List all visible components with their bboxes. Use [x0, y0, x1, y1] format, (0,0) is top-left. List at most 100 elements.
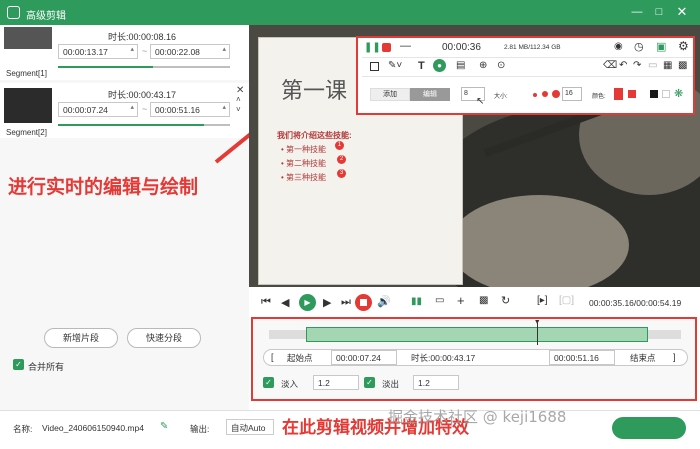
- segment-start-input[interactable]: 00:00:13.17 ▴: [58, 44, 138, 59]
- segment-panel: Segment[1] 时长:00:00:08.16 00:00:13.17 ▴ ~…: [0, 25, 249, 449]
- merge-all-checkbox[interactable]: ✓: [13, 359, 24, 370]
- eraser-icon[interactable]: ⌫: [603, 60, 617, 71]
- record-stop-button[interactable]: [355, 294, 372, 311]
- name-label: 名称:: [13, 424, 33, 434]
- clock-icon[interactable]: ◷: [634, 40, 644, 53]
- refresh-icon[interactable]: ↻: [501, 294, 510, 307]
- size-small-dot[interactable]: [533, 93, 537, 97]
- minimize-toolbar-icon[interactable]: —: [400, 40, 411, 52]
- image-tool-icon[interactable]: ▤: [456, 60, 465, 71]
- play-button[interactable]: ▶: [299, 294, 316, 311]
- tab-edit[interactable]: 编辑: [410, 88, 450, 101]
- size-large-dot[interactable]: [552, 90, 560, 98]
- duration-display: 时长:00:00:43.17: [411, 353, 476, 363]
- segment-end-input[interactable]: 00:00:51.16 ▴: [150, 102, 230, 117]
- color-swatch[interactable]: [650, 90, 658, 98]
- step-forward-icon[interactable]: ▶: [323, 296, 331, 309]
- start-bracket-icon: [: [271, 352, 274, 362]
- timeline-track[interactable]: ▼: [269, 319, 681, 345]
- rectangle-tool-icon[interactable]: [370, 62, 379, 71]
- fade-out-checkbox[interactable]: ✓: [364, 377, 375, 388]
- playhead[interactable]: [536, 323, 538, 345]
- clear-icon[interactable]: ▦: [663, 60, 672, 71]
- output-select[interactable]: 自动Auto: [226, 419, 274, 435]
- fade-in-input[interactable]: 1.2: [313, 375, 359, 390]
- marker-badge: 3: [337, 169, 346, 178]
- whiteboard-icon[interactable]: ▩: [678, 60, 687, 71]
- text-tool-icon[interactable]: T: [418, 60, 425, 72]
- filename: Video_240606150940.mp4: [42, 423, 144, 433]
- minimize-icon[interactable]: —: [630, 5, 644, 19]
- segment-name: Segment[1]: [6, 69, 47, 78]
- segment-item[interactable]: Segment[1] 时长:00:00:08.16 00:00:13.17 ▴ ~…: [0, 25, 249, 80]
- font-size-input[interactable]: 16: [562, 87, 582, 101]
- segment-name: Segment[2]: [6, 128, 47, 137]
- watermark: 掘金技术社区 @ keji1688: [388, 408, 567, 426]
- segment-duration: 时长:00:00:43.17: [108, 90, 177, 100]
- color-label: 颜色:: [592, 94, 606, 100]
- segment-start-input[interactable]: 00:00:07.24 ▴: [58, 102, 138, 117]
- app-logo-icon: [7, 6, 20, 19]
- mouse-cursor-icon: ↖: [476, 96, 485, 107]
- pen-tool-icon[interactable]: ✎˅: [388, 60, 402, 71]
- start-point-button[interactable]: 起始点: [287, 352, 313, 364]
- crop-icon[interactable]: [▸]: [537, 295, 548, 306]
- add-icon[interactable]: +: [457, 293, 465, 308]
- segment-progress: [58, 124, 230, 126]
- gear-icon[interactable]: ⚙: [678, 39, 689, 53]
- maximize-icon[interactable]: □: [652, 5, 666, 19]
- output-label: 输出:: [190, 424, 210, 434]
- fade-in-checkbox[interactable]: ✓: [263, 377, 274, 388]
- highlight-tool-icon[interactable]: ●: [433, 59, 446, 72]
- color-swatch[interactable]: [662, 90, 670, 98]
- toolbox-icon[interactable]: ▣: [656, 40, 666, 53]
- start-time-input[interactable]: 00:00:07.24: [331, 350, 397, 365]
- copy-icon[interactable]: ▩: [479, 295, 488, 306]
- playback-controls: ⏮ ◀ ▶ ▶ ⏭ 🔊 ▮▮ ▭ + ▩ ↻ [▸] [▢] 00:00:35.…: [249, 290, 700, 316]
- stop-icon[interactable]: [382, 43, 391, 52]
- slide-intro: 我们将介绍这些技能:: [277, 131, 352, 140]
- segment-progress: [58, 66, 230, 68]
- fade-out-label: 淡出: [382, 379, 400, 389]
- end-time-input[interactable]: 00:00:51.16: [549, 350, 615, 365]
- skip-end-icon[interactable]: ⏭: [341, 296, 351, 309]
- tab-add[interactable]: 添加: [370, 88, 410, 101]
- color-swatch-selected[interactable]: [614, 88, 623, 100]
- timeline-selection[interactable]: [306, 327, 649, 342]
- drawing-toolbar: ❚❚ — 00:00:36 2.81 MB/112.34 GB ◉ ◷ ▣ ⚙ …: [356, 36, 695, 115]
- camera-icon[interactable]: ◉: [614, 41, 623, 52]
- title-bar: 高级剪辑 — □ ✕: [0, 0, 700, 25]
- fade-out-input[interactable]: 1.2: [413, 375, 459, 390]
- step-back-icon[interactable]: ◀: [281, 296, 289, 309]
- rename-icon[interactable]: ✎: [160, 421, 168, 432]
- volume-icon[interactable]: 🔊: [377, 295, 391, 308]
- segment-thumbnail: [4, 27, 52, 49]
- move-up-icon[interactable]: ˄: [236, 95, 241, 104]
- palette-icon[interactable]: ❋: [674, 87, 683, 100]
- move-down-icon[interactable]: ˅: [236, 105, 241, 114]
- skip-start-icon[interactable]: ⏮: [261, 296, 271, 309]
- pause-icon[interactable]: ❚❚: [364, 42, 381, 53]
- fade-in-label: 淡入: [281, 379, 299, 389]
- zoom-tool-icon[interactable]: ⊕: [479, 60, 487, 71]
- trash-icon[interactable]: ▭: [648, 60, 657, 71]
- slide-item: • 第一种技能: [281, 145, 327, 154]
- snapshot-icon[interactable]: [▢]: [559, 295, 574, 306]
- close-icon[interactable]: ✕: [675, 5, 689, 19]
- end-point-button[interactable]: 结束点: [630, 352, 656, 364]
- color-swatch[interactable]: [628, 90, 636, 98]
- file-size: 2.81 MB/112.34 GB: [504, 44, 561, 51]
- export-button[interactable]: [612, 417, 686, 439]
- undo-icon[interactable]: ↶: [619, 60, 627, 71]
- delete-icon[interactable]: ▭: [435, 295, 444, 306]
- size-label: 大小:: [494, 94, 508, 100]
- size-medium-dot[interactable]: [542, 91, 548, 97]
- segment-end-input[interactable]: 00:00:22.08 ▴: [150, 44, 230, 59]
- target-tool-icon[interactable]: ⊙: [497, 60, 505, 71]
- split-icon[interactable]: ▮▮: [411, 296, 422, 307]
- annotation-draw: 进行实时的编辑与绘制: [8, 176, 199, 198]
- playhead-handle-icon[interactable]: ▼: [534, 319, 541, 326]
- quick-split-button[interactable]: 快速分段: [127, 328, 201, 348]
- new-segment-button[interactable]: 新增片段: [44, 328, 118, 348]
- redo-icon[interactable]: ↷: [633, 60, 641, 71]
